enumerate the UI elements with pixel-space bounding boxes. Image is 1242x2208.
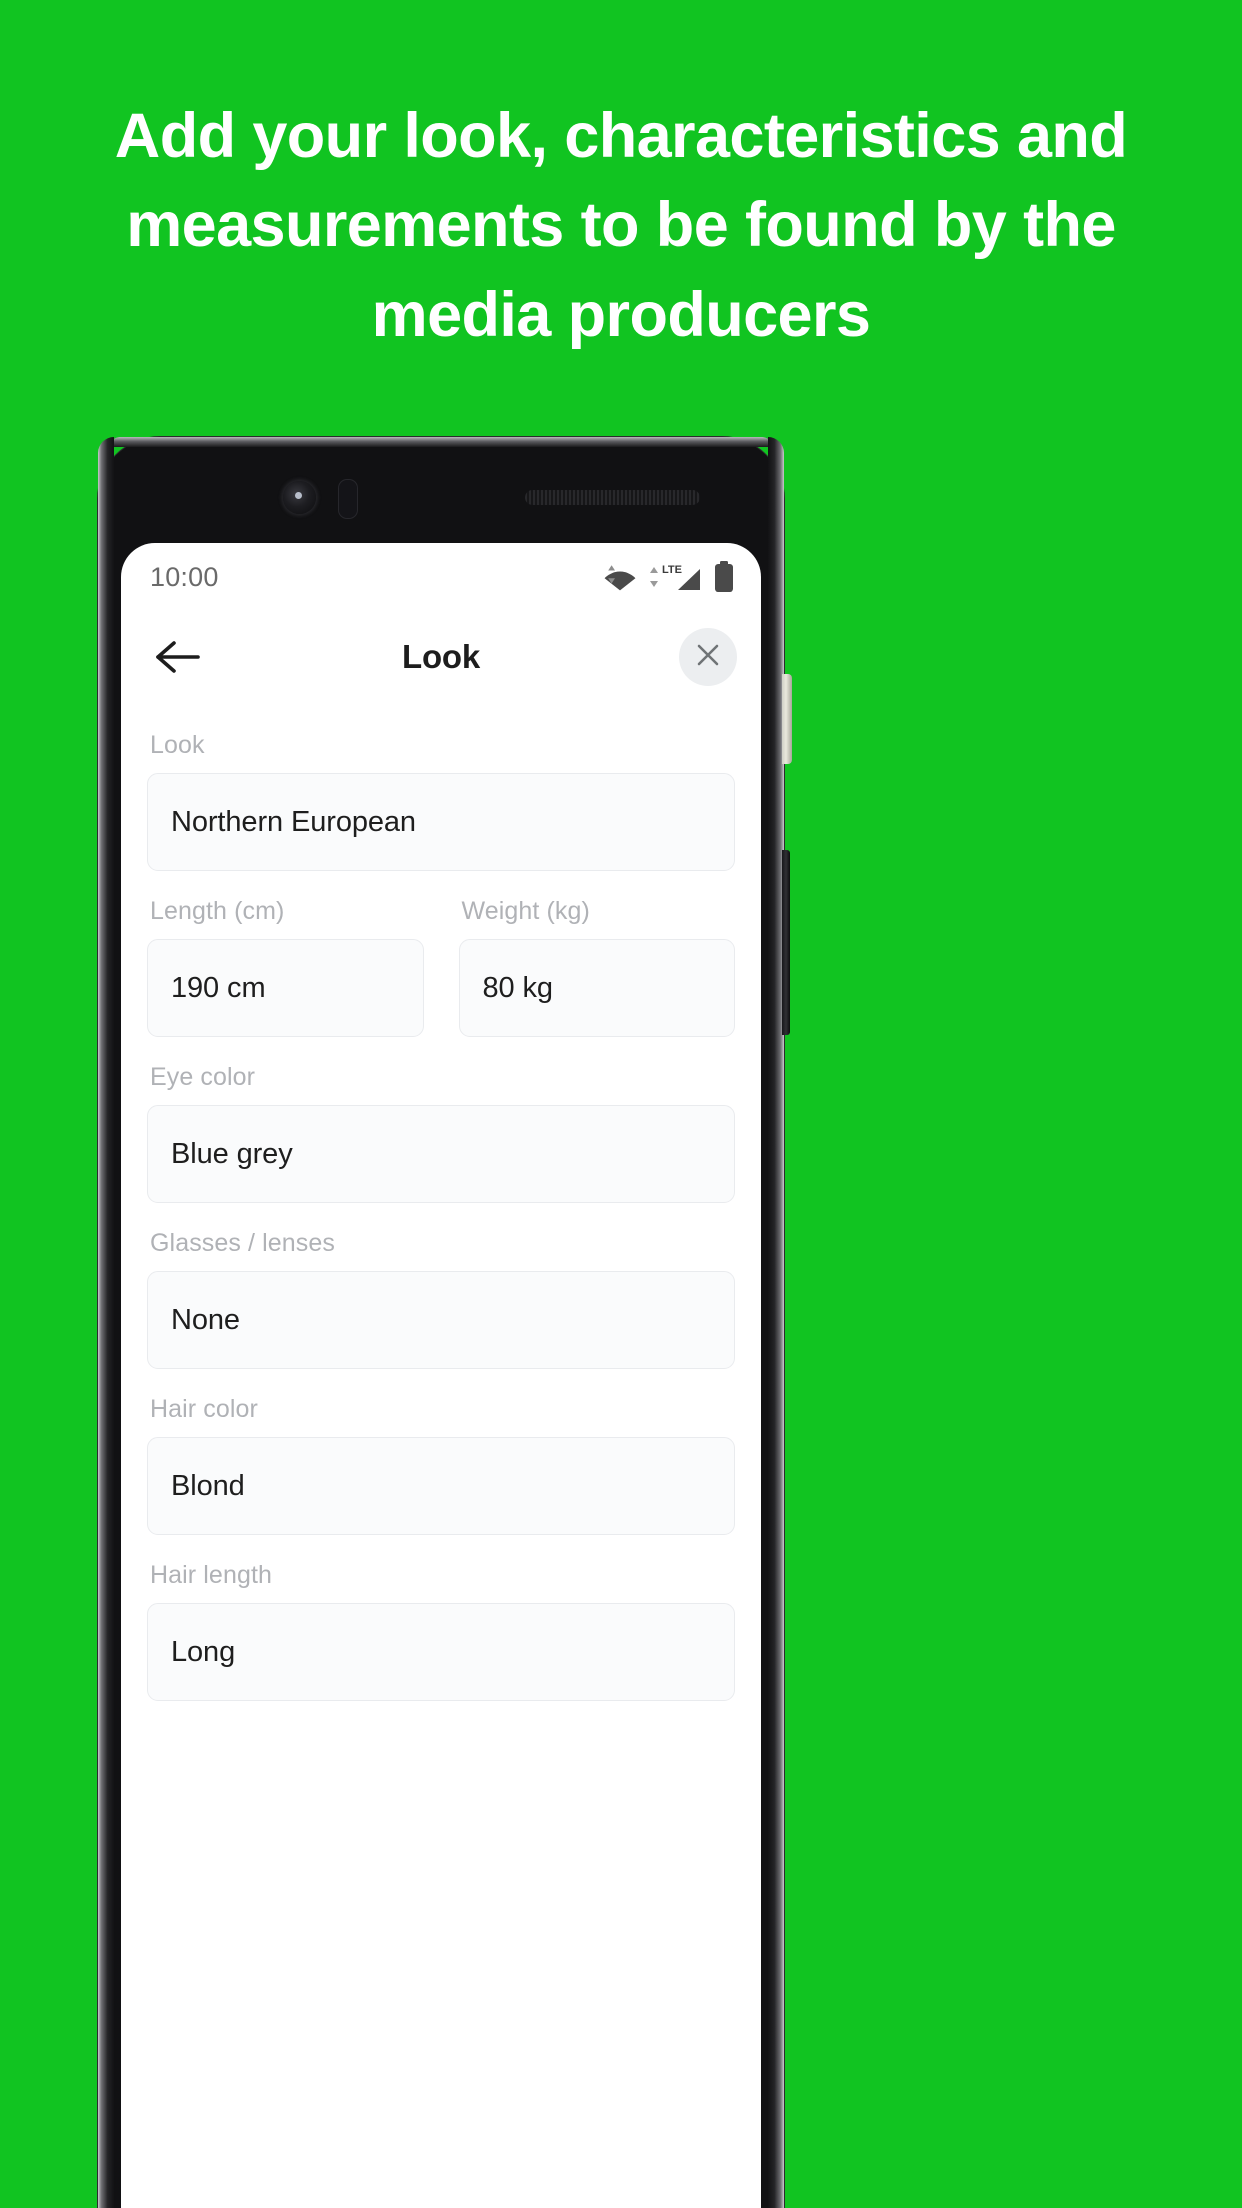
field-value-glasses: None <box>171 1303 240 1336</box>
status-bar-icons: LTE <box>603 561 735 593</box>
phone-notch-area <box>120 449 762 539</box>
field-eye-color: Eye color Blue grey <box>147 1063 735 1203</box>
page-title: Look <box>401 638 481 675</box>
field-length: Length (cm) 190 cm <box>147 897 424 1037</box>
field-weight: Weight (kg) 80 kg <box>458 897 735 1037</box>
phone-bezel-left <box>98 437 114 2208</box>
lte-signal-icon: LTE <box>648 563 702 592</box>
promo-headline: Add your look, characteristics and measu… <box>114 101 1128 350</box>
field-label-hair-length: Hair length <box>150 1561 272 1589</box>
field-value-hair-color: Blond <box>171 1469 245 1502</box>
close-button[interactable] <box>679 628 737 686</box>
field-input-length[interactable]: 190 cm <box>147 939 424 1037</box>
earpiece-speaker-icon <box>525 490 700 505</box>
field-look: Look Northern European <box>147 731 735 871</box>
field-value-eye-color: Blue grey <box>171 1137 293 1170</box>
field-value-length: 190 cm <box>171 971 266 1004</box>
field-input-glasses[interactable]: None <box>147 1271 735 1369</box>
back-button[interactable] <box>149 629 205 685</box>
field-input-hair-length[interactable]: Long <box>147 1603 735 1701</box>
field-input-look[interactable]: Northern European <box>147 773 735 871</box>
field-label-length: Length (cm) <box>150 897 285 925</box>
field-input-eye-color[interactable]: Blue grey <box>147 1105 735 1203</box>
field-value-hair-length: Long <box>171 1635 236 1668</box>
field-value-look: Northern European <box>171 805 416 838</box>
power-button[interactable] <box>782 674 792 764</box>
field-value-weight: 80 kg <box>482 971 554 1004</box>
wifi-icon <box>603 564 637 591</box>
field-glasses: Glasses / lenses None <box>147 1229 735 1369</box>
field-label-glasses: Glasses / lenses <box>150 1229 336 1257</box>
field-input-weight[interactable]: 80 kg <box>458 939 735 1037</box>
field-label-hair-color: Hair color <box>150 1395 258 1423</box>
phone-bezel-top <box>110 437 772 447</box>
field-label-eye-color: Eye color <box>150 1063 256 1091</box>
measurements-row: Length (cm) 190 cm Weight (kg) 80 kg <box>147 897 735 1063</box>
field-hair-color: Hair color Blond <box>147 1395 735 1535</box>
field-label-look: Look <box>150 731 205 759</box>
phone-screen: 10:00 LTE Look Look Northern European Le… <box>121 543 761 2208</box>
svg-text:LTE: LTE <box>662 564 682 576</box>
field-label-weight: Weight (kg) <box>461 897 590 925</box>
battery-icon <box>713 561 735 593</box>
phone-mockup: 10:00 LTE Look Look Northern European Le… <box>98 437 792 2208</box>
look-form: Look Northern European Length (cm) 190 c… <box>121 709 761 1701</box>
field-input-hair-color[interactable]: Blond <box>147 1437 735 1535</box>
status-bar: 10:00 LTE <box>121 543 761 605</box>
field-hair-length: Hair length Long <box>147 1561 735 1701</box>
close-icon <box>695 642 721 673</box>
front-camera-icon <box>283 481 316 514</box>
proximity-sensor-icon <box>338 479 358 519</box>
app-header: Look <box>121 605 761 709</box>
status-bar-time: 10:00 <box>150 561 219 592</box>
volume-button[interactable] <box>782 850 790 1035</box>
camera-lens-highlight <box>295 492 302 499</box>
